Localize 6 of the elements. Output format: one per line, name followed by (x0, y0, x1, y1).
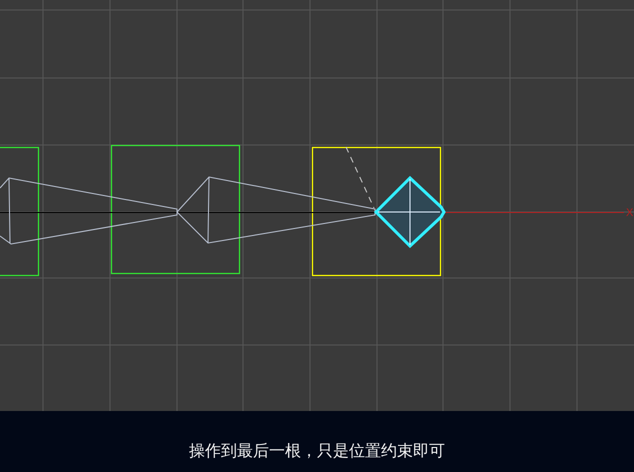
dashed-line (346, 146, 374, 208)
joint-drawing[interactable] (374, 176, 446, 248)
axis-label: X (626, 207, 634, 219)
control-box[interactable] (110, 144, 240, 274)
subtitle: 操作到最后一根，只是位置约束即可 (189, 442, 445, 462)
control-box[interactable] (0, 146, 40, 276)
